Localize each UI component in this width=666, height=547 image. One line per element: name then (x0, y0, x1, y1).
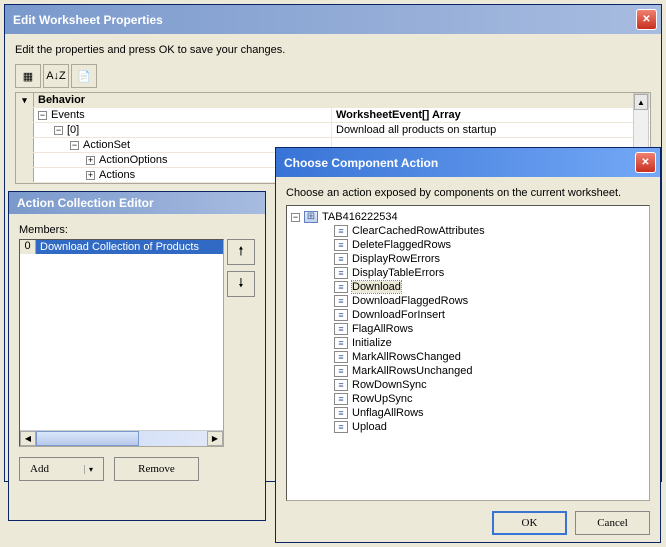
categorize-button[interactable]: ▦ (15, 64, 41, 88)
expand-icon[interactable]: + (86, 156, 95, 165)
tree-item-displayrowerrors[interactable]: DisplayRowErrors (291, 252, 645, 266)
tree-root[interactable]: − TAB416222534 (291, 210, 645, 224)
members-listbox[interactable]: 0Download Collection of Products ◀ ▶ (19, 239, 224, 447)
action-collection-editor-window: Action Collection Editor Members: 0Downl… (8, 191, 266, 521)
members-label: Members: (19, 224, 255, 236)
choose-component-action-window: Choose Component Action Choose an action… (275, 147, 661, 543)
close-icon[interactable] (636, 9, 657, 30)
tree-item-rowupsync[interactable]: RowUpSync (291, 392, 645, 406)
scroll-thumb[interactable] (36, 431, 139, 446)
close-icon[interactable] (635, 152, 656, 173)
ok-button[interactable]: OK (492, 511, 567, 535)
titlebar[interactable]: Edit Worksheet Properties (5, 5, 661, 34)
remove-button[interactable]: Remove (114, 457, 199, 481)
collapse-icon[interactable]: − (291, 213, 300, 222)
category-behavior: Behavior (34, 93, 332, 107)
component-tree[interactable]: − TAB416222534 ClearCachedRowAttributesD… (286, 205, 650, 501)
expand-icon[interactable]: − (54, 126, 63, 135)
expand-icon[interactable]: − (38, 111, 47, 120)
property-row[interactable]: −Events WorksheetEvent[] Array (16, 108, 650, 123)
cancel-button[interactable]: Cancel (575, 511, 650, 535)
tree-item-clearcachedrowattributes[interactable]: ClearCachedRowAttributes (291, 224, 645, 238)
action-icon (334, 281, 348, 293)
action-icon (334, 337, 348, 349)
titlebar[interactable]: Choose Component Action (276, 148, 660, 177)
add-button[interactable]: Add (19, 457, 104, 481)
property-pages-button[interactable]: 📄 (71, 64, 97, 88)
tree-item-unflagallrows[interactable]: UnflagAllRows (291, 406, 645, 420)
property-row[interactable]: −[0] Download all products on startup (16, 123, 650, 138)
window-title: Edit Worksheet Properties (13, 13, 163, 27)
action-icon (334, 267, 348, 279)
tree-item-rowdownsync[interactable]: RowDownSync (291, 378, 645, 392)
window-title: Action Collection Editor (17, 196, 154, 210)
sort-button[interactable]: A↓Z (43, 64, 69, 88)
table-icon (304, 211, 318, 223)
expand-icon[interactable]: ▾ (16, 93, 34, 107)
tree-item-downloadflaggedrows[interactable]: DownloadFlaggedRows (291, 294, 645, 308)
property-toolbar: ▦ A↓Z 📄 (15, 64, 651, 88)
titlebar[interactable]: Action Collection Editor (9, 192, 265, 214)
scroll-right-icon[interactable]: ▶ (207, 431, 223, 446)
expand-icon[interactable]: + (86, 171, 95, 180)
action-icon (334, 393, 348, 405)
action-icon (334, 295, 348, 307)
horizontal-scrollbar[interactable]: ◀ ▶ (20, 430, 223, 446)
scroll-up-icon[interactable]: ▲ (634, 94, 648, 110)
instruction-text: Choose an action exposed by components o… (286, 187, 650, 199)
tree-item-deleteflaggedrows[interactable]: DeleteFlaggedRows (291, 238, 645, 252)
action-icon (334, 253, 348, 265)
list-item[interactable]: 0Download Collection of Products (20, 240, 223, 254)
instruction-text: Edit the properties and press OK to save… (15, 44, 651, 56)
action-icon (334, 421, 348, 433)
window-title: Choose Component Action (284, 156, 438, 170)
tree-item-upload[interactable]: Upload (291, 420, 645, 434)
tree-item-flagallrows[interactable]: FlagAllRows (291, 322, 645, 336)
action-icon (334, 309, 348, 321)
tree-root-label: TAB416222534 (322, 211, 398, 223)
tree-item-markallrowschanged[interactable]: MarkAllRowsChanged (291, 350, 645, 364)
move-down-button[interactable]: 🠗 (227, 271, 255, 297)
tree-item-downloadforinsert[interactable]: DownloadForInsert (291, 308, 645, 322)
expand-icon[interactable]: − (70, 141, 79, 150)
action-icon (334, 365, 348, 377)
move-up-button[interactable]: 🠕 (227, 239, 255, 265)
action-icon (334, 407, 348, 419)
action-icon (334, 225, 348, 237)
tree-item-download[interactable]: Download (291, 280, 645, 294)
tree-item-displaytableerrors[interactable]: DisplayTableErrors (291, 266, 645, 280)
action-icon (334, 379, 348, 391)
action-icon (334, 323, 348, 335)
action-icon (334, 351, 348, 363)
scroll-left-icon[interactable]: ◀ (20, 431, 36, 446)
tree-item-markallrowsunchanged[interactable]: MarkAllRowsUnchanged (291, 364, 645, 378)
tree-item-initialize[interactable]: Initialize (291, 336, 645, 350)
action-icon (334, 239, 348, 251)
